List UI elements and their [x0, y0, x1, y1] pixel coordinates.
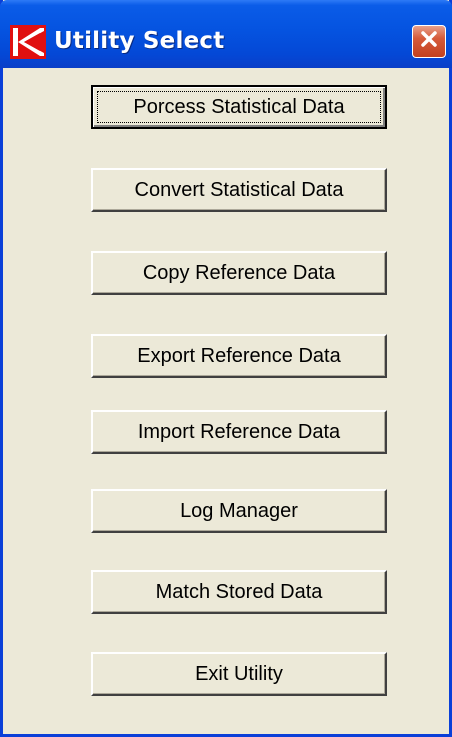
- match-stored-data-button[interactable]: Match Stored Data: [91, 570, 387, 614]
- button-label: Export Reference Data: [137, 344, 341, 367]
- process-statistical-data-button[interactable]: Porcess Statistical Data: [91, 85, 387, 129]
- utility-select-window: Utility Select Porcess Statistical Data …: [0, 0, 452, 737]
- title-bar[interactable]: Utility Select: [0, 0, 452, 68]
- exit-utility-button[interactable]: Exit Utility: [91, 652, 387, 696]
- copy-reference-data-button[interactable]: Copy Reference Data: [91, 251, 387, 295]
- export-reference-data-button[interactable]: Export Reference Data: [91, 334, 387, 378]
- import-reference-data-button[interactable]: Import Reference Data: [91, 410, 387, 454]
- window-title: Utility Select: [54, 28, 225, 54]
- button-label: Copy Reference Data: [142, 261, 336, 284]
- button-label: Match Stored Data: [155, 580, 323, 603]
- button-label: Log Manager: [180, 499, 298, 522]
- button-label: Convert Statistical Data: [134, 178, 344, 201]
- button-label: Import Reference Data: [137, 420, 341, 443]
- button-label: Exit Utility: [195, 662, 283, 685]
- convert-statistical-data-button[interactable]: Convert Statistical Data: [91, 168, 387, 212]
- close-button[interactable]: [412, 25, 446, 58]
- app-logo-icon: [10, 25, 46, 59]
- log-manager-button[interactable]: Log Manager: [91, 489, 387, 533]
- button-label: Porcess Statistical Data: [133, 95, 345, 118]
- close-icon: [419, 29, 439, 54]
